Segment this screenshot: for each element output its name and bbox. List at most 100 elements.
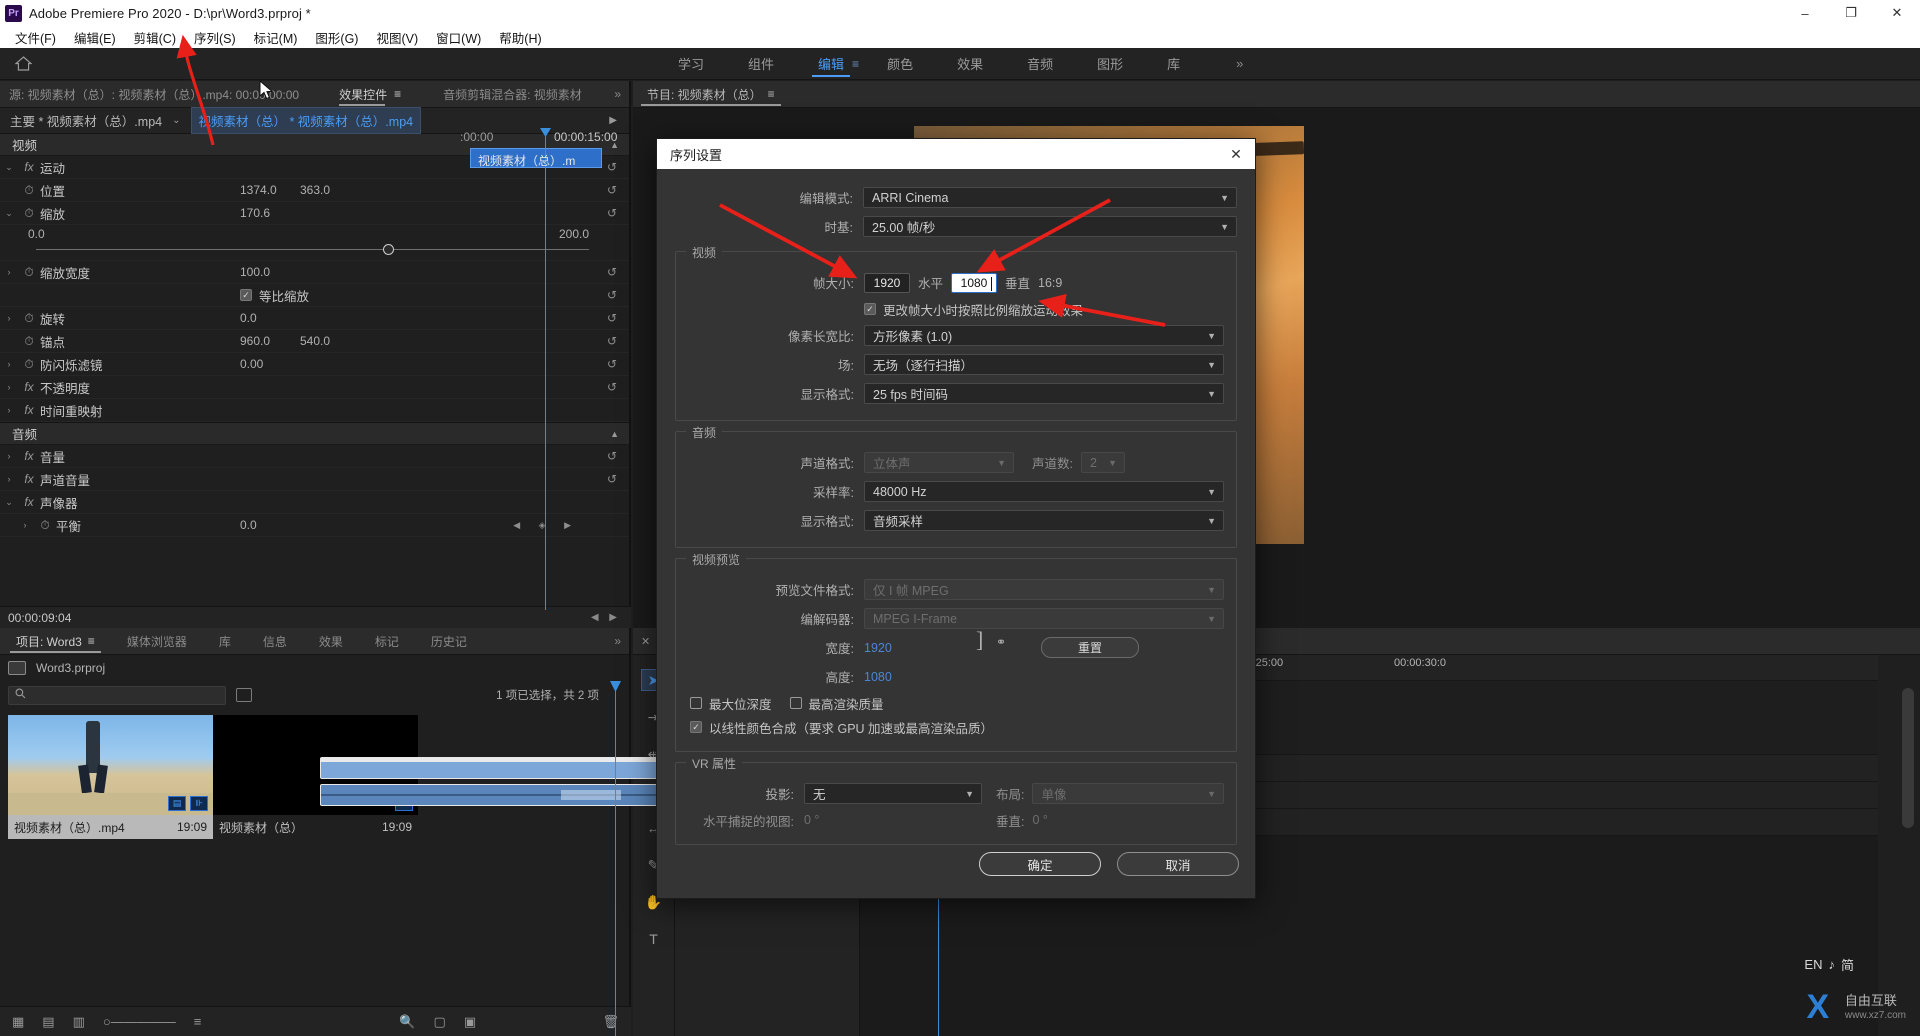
source-monitor-tab[interactable]: 源: 视频素材（总）: 视频素材（总）.mp4: 00:00:00:00 [0,86,299,103]
pixel-aspect-select[interactable]: 方形像素 (1.0) ▼ [864,325,1224,346]
effect-value-rotation[interactable]: 0.0 [240,311,257,325]
frame-height-input[interactable]: 1080 [951,272,998,293]
expand-icon[interactable]: › [0,474,18,484]
reset-icon[interactable]: ↺ [607,357,617,371]
list-view-icon[interactable]: ▦ [12,1014,24,1030]
stopwatch-icon[interactable]: ⏱ [18,311,40,326]
reset-icon[interactable]: ↺ [607,311,617,325]
thumbnail[interactable]: ▤ ⊪ [8,715,213,815]
reset-icon[interactable]: ↺ [607,449,617,463]
list-item[interactable]: ▤ ⊪ 视频素材（总）.mp4 19:09 [8,715,213,839]
timeline-scrollbar[interactable] [1902,688,1914,828]
effect-row-uniform-scale[interactable]: ✓ 等比缩放 ↺ [0,284,629,307]
audio-section-header[interactable]: 音频 ▲ [0,422,629,445]
effect-value-anti-flicker[interactable]: 0.00 [240,357,263,371]
stopwatch-icon[interactable]: ⏱ [18,206,40,221]
tab-project[interactable]: 项目: Word3 ≡ [0,628,111,655]
breadcrumb-play-icon[interactable]: ▶ [609,115,629,126]
tab-history[interactable]: 历史记 [415,628,483,655]
expand-icon[interactable]: ⌄ [0,162,18,173]
new-item-icon[interactable]: ▣ [464,1014,476,1030]
menu-clip[interactable]: 剪辑(C) [125,26,185,49]
expand-icon[interactable]: › [0,405,18,415]
filter-bin-icon[interactable] [236,688,252,702]
effect-row-opacity[interactable]: › fx 不透明度 ↺ [0,376,629,399]
effect-value-balance[interactable]: 0.0 [240,518,257,532]
search-input[interactable] [8,685,226,705]
slider-knob[interactable] [383,244,394,255]
effect-row-volume[interactable]: › fx 音量 ↺ [0,445,629,468]
effect-row-rotation[interactable]: › ⏱ 旋转 0.0 ↺ [0,307,629,330]
tab-media-browser[interactable]: 媒体浏览器 [111,628,203,655]
effect-row-balance[interactable]: › ⏱ 平衡 0.0 ◀ ◈ ▶ [0,514,629,537]
ime-indicator[interactable]: EN ♪ 简 [1804,955,1854,974]
tab-audio-clip-mixer[interactable]: 音频剪辑混合器: 视频素材 [443,86,582,103]
effect-value-y[interactable]: 540.0 [300,334,330,348]
tab-effects[interactable]: 效果 [935,48,1005,80]
effect-row-anchor-point[interactable]: ⏱ 锚点 960.0 540.0 ↺ [0,330,629,353]
preview-height-value[interactable]: 1080 [864,670,892,684]
delete-icon[interactable]: 🗑 [602,1014,619,1030]
stopwatch-icon[interactable]: ⏱ [18,357,40,372]
slider-track[interactable] [36,249,589,250]
expand-icon[interactable]: › [0,313,18,323]
tab-markers[interactable]: 标记 [359,628,415,655]
reset-icon[interactable]: ↺ [607,380,617,394]
tab-graphics[interactable]: 图形 [1075,48,1145,80]
type-tool[interactable]: T [641,928,667,950]
reset-icon[interactable]: ↺ [607,206,617,220]
tab-libraries[interactable]: 库 [1145,48,1202,80]
effect-value-scale-width[interactable]: 100.0 [240,265,270,279]
tab-color[interactable]: 颜色 [865,48,935,80]
effect-controls-nav-icons[interactable]: ◀ ▶ [591,612,631,623]
scale-motion-checkbox[interactable]: ✓ [864,303,876,315]
link-chain-icon[interactable]: ⚭ [996,635,1006,649]
breadcrumb-selected-clip[interactable]: 视频素材（总） * 视频素材（总）.mp4 [190,107,422,134]
stopwatch-icon[interactable]: ⏱ [34,518,56,533]
expand-icon[interactable]: › [0,382,18,392]
reset-button[interactable]: 重置 [1041,637,1139,658]
menu-window[interactable]: 窗口(W) [427,26,490,49]
tab-libraries[interactable]: 库 [203,628,247,655]
chevron-down-icon[interactable]: ⌄ [172,115,180,126]
panel-menu-icon[interactable]: ≡ [88,634,95,648]
project-overflow-icon[interactable]: » [614,634,629,648]
tab-effects[interactable]: 效果 [303,628,359,655]
linear-color-checkbox[interactable]: ✓ [690,721,702,733]
dialog-close-button[interactable]: ✕ [1217,139,1255,169]
menu-sequence[interactable]: 序列(S) [185,26,245,49]
video-display-format-select[interactable]: 25 fps 时间码 ▼ [864,383,1224,404]
tab-learn[interactable]: 学习 [656,48,726,80]
menu-help[interactable]: 帮助(H) [490,26,550,49]
workspace-overflow-icon[interactable]: » [1236,56,1243,71]
effect-row-time-remapping[interactable]: › fx 时间重映射 [0,399,629,422]
close-icon[interactable]: ✕ [641,635,650,648]
stopwatch-icon[interactable]: ⏱ [18,334,40,349]
scale-slider-row[interactable]: 0.0 200.0 [0,225,629,261]
tab-audio[interactable]: 音频 [1005,48,1075,80]
menu-view[interactable]: 视图(V) [367,26,427,49]
panel-menu-icon[interactable]: ≡ [768,87,775,101]
collapse-icon[interactable]: ▲ [610,429,619,439]
minimize-button[interactable]: – [1782,0,1828,26]
reset-icon[interactable]: ↺ [607,334,617,348]
stopwatch-icon[interactable]: ⏱ [18,183,40,198]
tab-editing[interactable]: 编辑 [796,48,866,80]
effect-value-y[interactable]: 363.0 [300,183,330,197]
menu-graphics[interactable]: 图形(G) [306,26,367,49]
tab-effect-controls[interactable]: 效果控件 ≡ [339,81,401,108]
editing-mode-select[interactable]: ARRI Cinema ▼ [863,187,1237,208]
close-button[interactable]: ✕ [1874,0,1920,26]
tab-info[interactable]: 信息 [247,628,303,655]
breadcrumb-master[interactable]: 主要 * 视频素材（总）.mp4 [0,111,162,130]
sort-icon[interactable]: ≡ [194,1014,202,1029]
effect-row-panner[interactable]: ⌄ fx 声像器 [0,491,629,514]
effect-value-x[interactable]: 960.0 [240,334,270,348]
frame-width-input[interactable]: 1920 [864,272,910,293]
effect-value-x[interactable]: 1374.0 [240,183,277,197]
expand-icon[interactable]: › [0,451,18,461]
max-bit-depth-checkbox[interactable] [690,697,702,709]
effect-row-anti-flicker[interactable]: › ⏱ 防闪烁滤镜 0.00 ↺ [0,353,629,376]
effect-controls-playhead-line[interactable] [545,130,546,610]
effect-row-scale[interactable]: ⌄ ⏱ 缩放 170.6 ↺ [0,202,629,225]
